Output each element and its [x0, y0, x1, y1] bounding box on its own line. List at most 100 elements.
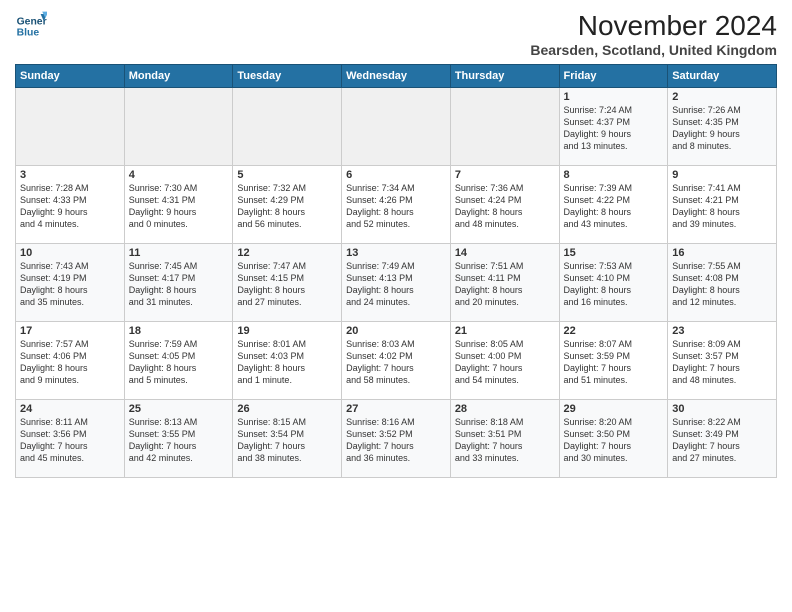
day-info: Sunrise: 7:32 AM Sunset: 4:29 PM Dayligh…: [237, 182, 337, 231]
day-info: Sunrise: 7:51 AM Sunset: 4:11 PM Dayligh…: [455, 260, 555, 309]
logo-icon: General Blue: [15, 10, 47, 42]
day-cell: 9Sunrise: 7:41 AM Sunset: 4:21 PM Daylig…: [668, 166, 777, 244]
day-cell: 11Sunrise: 7:45 AM Sunset: 4:17 PM Dayli…: [124, 244, 233, 322]
day-cell: 2Sunrise: 7:26 AM Sunset: 4:35 PM Daylig…: [668, 88, 777, 166]
day-info: Sunrise: 7:49 AM Sunset: 4:13 PM Dayligh…: [346, 260, 446, 309]
header-wednesday: Wednesday: [342, 65, 451, 88]
day-number: 14: [455, 247, 555, 259]
day-number: 2: [672, 91, 772, 103]
header: General Blue November 2024 Bearsden, Sco…: [15, 10, 777, 58]
day-cell: 15Sunrise: 7:53 AM Sunset: 4:10 PM Dayli…: [559, 244, 668, 322]
day-info: Sunrise: 7:47 AM Sunset: 4:15 PM Dayligh…: [237, 260, 337, 309]
day-info: Sunrise: 8:05 AM Sunset: 4:00 PM Dayligh…: [455, 338, 555, 387]
day-number: 22: [564, 325, 664, 337]
day-number: 10: [20, 247, 120, 259]
day-info: Sunrise: 7:43 AM Sunset: 4:19 PM Dayligh…: [20, 260, 120, 309]
day-info: Sunrise: 8:13 AM Sunset: 3:55 PM Dayligh…: [129, 416, 229, 465]
day-info: Sunrise: 7:55 AM Sunset: 4:08 PM Dayligh…: [672, 260, 772, 309]
day-info: Sunrise: 7:28 AM Sunset: 4:33 PM Dayligh…: [20, 182, 120, 231]
week-row-0: 1Sunrise: 7:24 AM Sunset: 4:37 PM Daylig…: [16, 88, 777, 166]
day-cell: [124, 88, 233, 166]
day-number: 13: [346, 247, 446, 259]
day-info: Sunrise: 8:03 AM Sunset: 4:02 PM Dayligh…: [346, 338, 446, 387]
day-number: 8: [564, 169, 664, 181]
day-cell: 25Sunrise: 8:13 AM Sunset: 3:55 PM Dayli…: [124, 400, 233, 478]
day-info: Sunrise: 8:09 AM Sunset: 3:57 PM Dayligh…: [672, 338, 772, 387]
day-info: Sunrise: 7:41 AM Sunset: 4:21 PM Dayligh…: [672, 182, 772, 231]
day-number: 26: [237, 403, 337, 415]
day-number: 9: [672, 169, 772, 181]
day-info: Sunrise: 7:24 AM Sunset: 4:37 PM Dayligh…: [564, 104, 664, 153]
day-cell: 6Sunrise: 7:34 AM Sunset: 4:26 PM Daylig…: [342, 166, 451, 244]
day-number: 28: [455, 403, 555, 415]
day-info: Sunrise: 7:53 AM Sunset: 4:10 PM Dayligh…: [564, 260, 664, 309]
day-cell: 24Sunrise: 8:11 AM Sunset: 3:56 PM Dayli…: [16, 400, 125, 478]
day-number: 15: [564, 247, 664, 259]
day-cell: [233, 88, 342, 166]
day-number: 20: [346, 325, 446, 337]
day-number: 4: [129, 169, 229, 181]
day-cell: 3Sunrise: 7:28 AM Sunset: 4:33 PM Daylig…: [16, 166, 125, 244]
day-cell: 23Sunrise: 8:09 AM Sunset: 3:57 PM Dayli…: [668, 322, 777, 400]
header-sunday: Sunday: [16, 65, 125, 88]
day-cell: 7Sunrise: 7:36 AM Sunset: 4:24 PM Daylig…: [450, 166, 559, 244]
day-cell: 10Sunrise: 7:43 AM Sunset: 4:19 PM Dayli…: [16, 244, 125, 322]
day-number: 7: [455, 169, 555, 181]
day-cell: 26Sunrise: 8:15 AM Sunset: 3:54 PM Dayli…: [233, 400, 342, 478]
day-cell: [16, 88, 125, 166]
day-number: 30: [672, 403, 772, 415]
logo: General Blue: [15, 10, 47, 42]
day-cell: 19Sunrise: 8:01 AM Sunset: 4:03 PM Dayli…: [233, 322, 342, 400]
day-number: 5: [237, 169, 337, 181]
day-info: Sunrise: 8:20 AM Sunset: 3:50 PM Dayligh…: [564, 416, 664, 465]
day-info: Sunrise: 8:11 AM Sunset: 3:56 PM Dayligh…: [20, 416, 120, 465]
day-info: Sunrise: 7:26 AM Sunset: 4:35 PM Dayligh…: [672, 104, 772, 153]
month-title: November 2024: [530, 10, 777, 42]
day-info: Sunrise: 7:36 AM Sunset: 4:24 PM Dayligh…: [455, 182, 555, 231]
calendar-page: General Blue November 2024 Bearsden, Sco…: [0, 0, 792, 612]
day-cell: 16Sunrise: 7:55 AM Sunset: 4:08 PM Dayli…: [668, 244, 777, 322]
day-cell: 28Sunrise: 8:18 AM Sunset: 3:51 PM Dayli…: [450, 400, 559, 478]
day-info: Sunrise: 7:57 AM Sunset: 4:06 PM Dayligh…: [20, 338, 120, 387]
title-area: November 2024 Bearsden, Scotland, United…: [530, 10, 777, 58]
day-cell: 27Sunrise: 8:16 AM Sunset: 3:52 PM Dayli…: [342, 400, 451, 478]
day-number: 21: [455, 325, 555, 337]
day-number: 12: [237, 247, 337, 259]
header-saturday: Saturday: [668, 65, 777, 88]
day-number: 1: [564, 91, 664, 103]
day-number: 24: [20, 403, 120, 415]
day-number: 19: [237, 325, 337, 337]
day-info: Sunrise: 7:30 AM Sunset: 4:31 PM Dayligh…: [129, 182, 229, 231]
week-row-1: 3Sunrise: 7:28 AM Sunset: 4:33 PM Daylig…: [16, 166, 777, 244]
day-info: Sunrise: 8:07 AM Sunset: 3:59 PM Dayligh…: [564, 338, 664, 387]
day-cell: 5Sunrise: 7:32 AM Sunset: 4:29 PM Daylig…: [233, 166, 342, 244]
day-number: 3: [20, 169, 120, 181]
location: Bearsden, Scotland, United Kingdom: [530, 42, 777, 58]
day-info: Sunrise: 7:45 AM Sunset: 4:17 PM Dayligh…: [129, 260, 229, 309]
day-info: Sunrise: 8:01 AM Sunset: 4:03 PM Dayligh…: [237, 338, 337, 387]
header-thursday: Thursday: [450, 65, 559, 88]
day-cell: [342, 88, 451, 166]
day-info: Sunrise: 8:15 AM Sunset: 3:54 PM Dayligh…: [237, 416, 337, 465]
day-info: Sunrise: 8:18 AM Sunset: 3:51 PM Dayligh…: [455, 416, 555, 465]
day-number: 16: [672, 247, 772, 259]
day-cell: 14Sunrise: 7:51 AM Sunset: 4:11 PM Dayli…: [450, 244, 559, 322]
day-cell: 21Sunrise: 8:05 AM Sunset: 4:00 PM Dayli…: [450, 322, 559, 400]
day-cell: 4Sunrise: 7:30 AM Sunset: 4:31 PM Daylig…: [124, 166, 233, 244]
week-row-3: 17Sunrise: 7:57 AM Sunset: 4:06 PM Dayli…: [16, 322, 777, 400]
day-info: Sunrise: 7:34 AM Sunset: 4:26 PM Dayligh…: [346, 182, 446, 231]
week-row-2: 10Sunrise: 7:43 AM Sunset: 4:19 PM Dayli…: [16, 244, 777, 322]
day-info: Sunrise: 8:16 AM Sunset: 3:52 PM Dayligh…: [346, 416, 446, 465]
day-number: 27: [346, 403, 446, 415]
day-cell: 1Sunrise: 7:24 AM Sunset: 4:37 PM Daylig…: [559, 88, 668, 166]
day-number: 25: [129, 403, 229, 415]
day-cell: 22Sunrise: 8:07 AM Sunset: 3:59 PM Dayli…: [559, 322, 668, 400]
svg-text:Blue: Blue: [17, 28, 40, 39]
header-friday: Friday: [559, 65, 668, 88]
calendar-table: Sunday Monday Tuesday Wednesday Thursday…: [15, 64, 777, 478]
day-cell: 18Sunrise: 7:59 AM Sunset: 4:05 PM Dayli…: [124, 322, 233, 400]
day-cell: 12Sunrise: 7:47 AM Sunset: 4:15 PM Dayli…: [233, 244, 342, 322]
day-number: 18: [129, 325, 229, 337]
day-cell: 17Sunrise: 7:57 AM Sunset: 4:06 PM Dayli…: [16, 322, 125, 400]
day-info: Sunrise: 8:22 AM Sunset: 3:49 PM Dayligh…: [672, 416, 772, 465]
